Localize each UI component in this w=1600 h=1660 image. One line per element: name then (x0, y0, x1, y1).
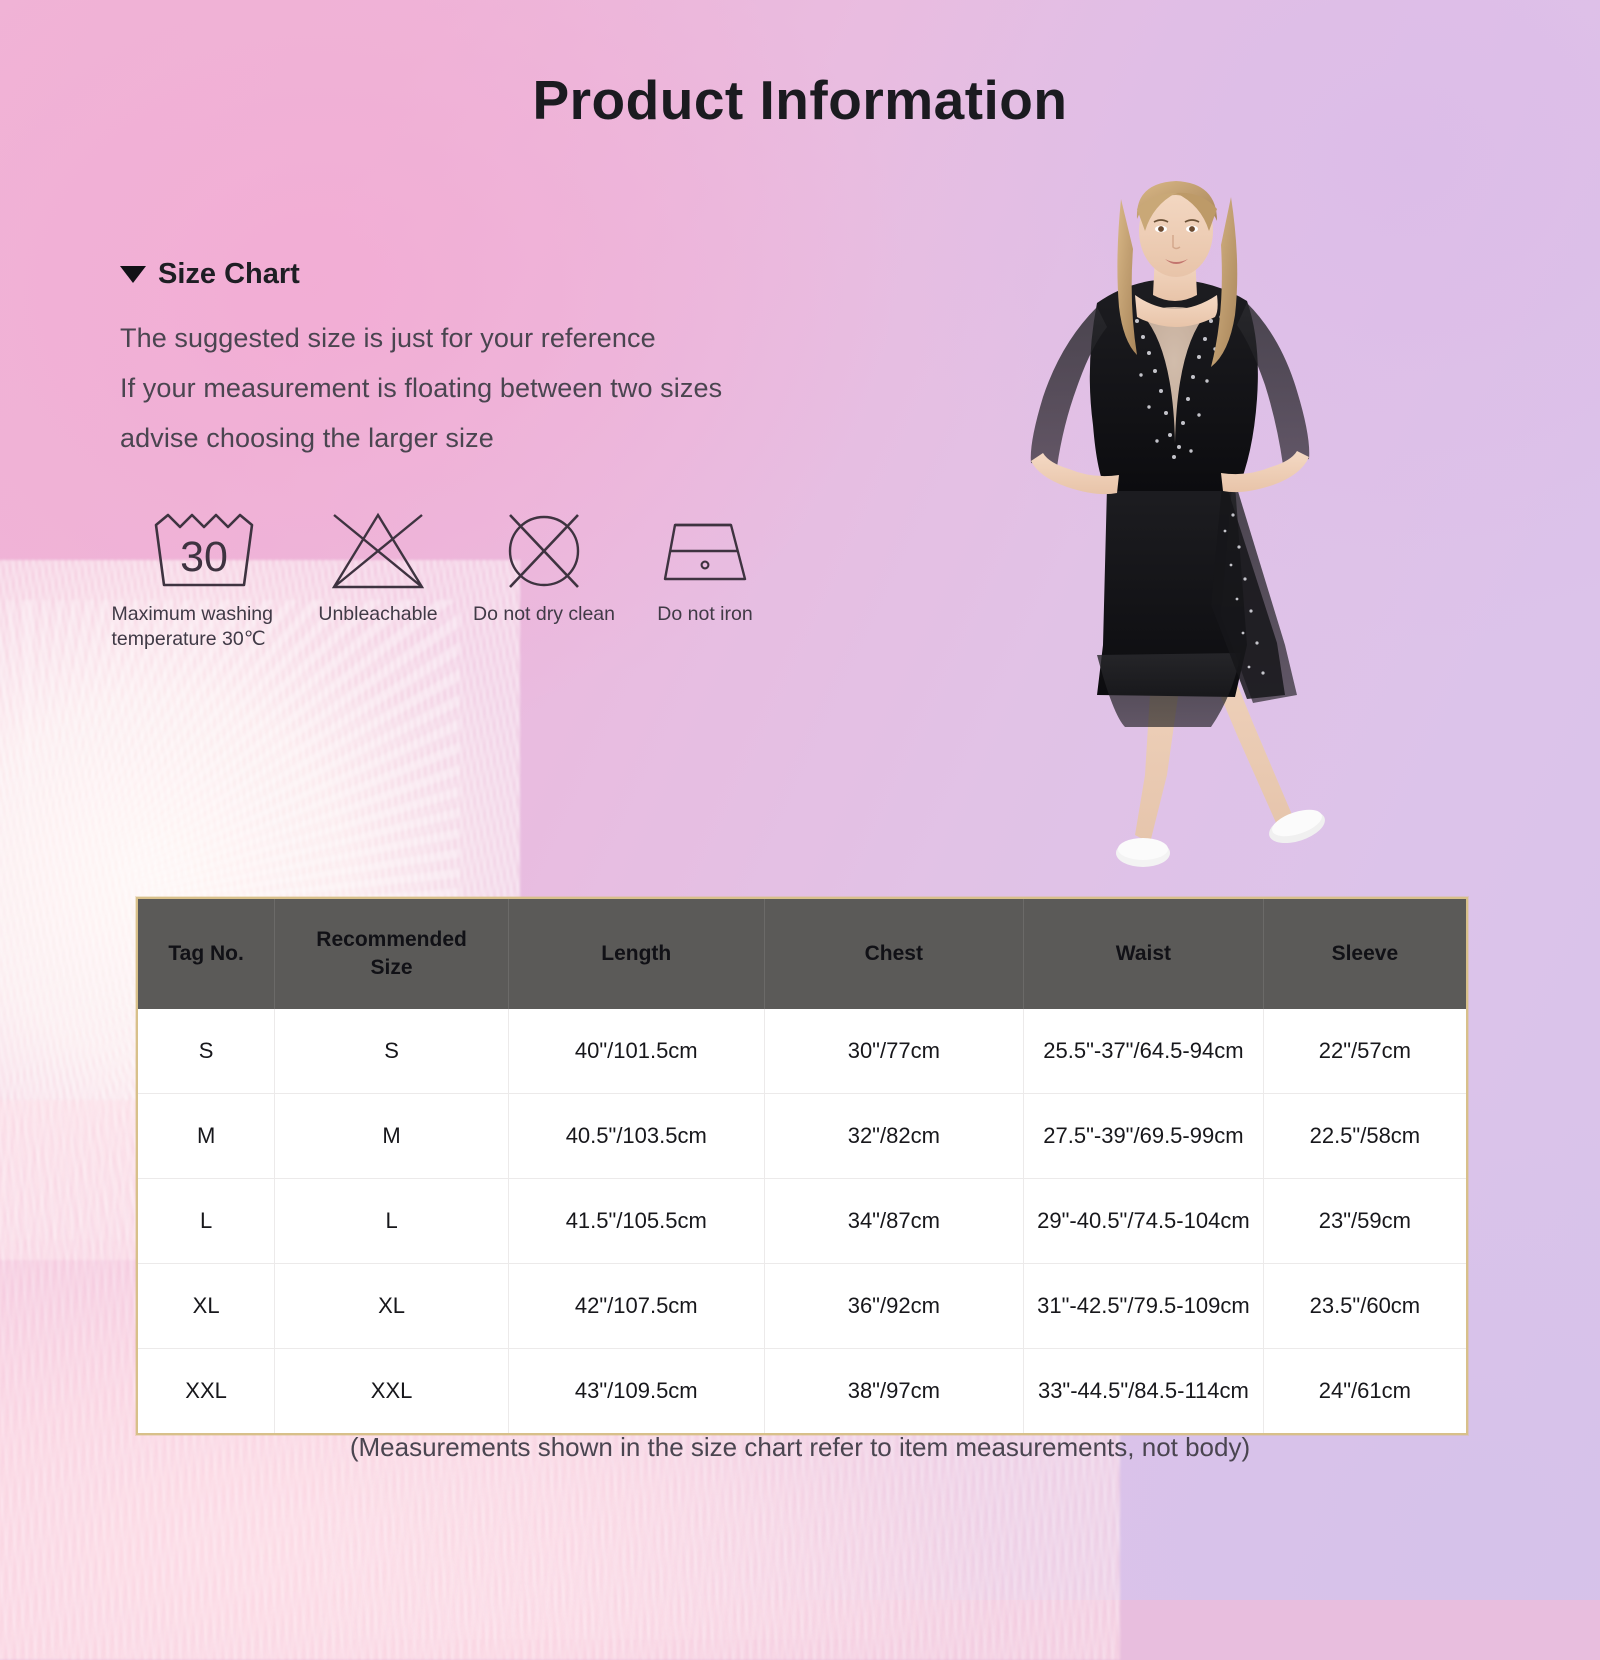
care-symbol-label-unbleachable: Unbleachable (318, 603, 438, 625)
column-header-tag-no: Tag No. (137, 898, 276, 1009)
size-chart-heading: Size Chart (120, 258, 880, 291)
cell-sleeve: 24"/61cm (1263, 1348, 1467, 1434)
cell-sleeve: 23.5"/60cm (1263, 1263, 1467, 1349)
cell-waist: 29"-40.5"/74.5-104cm (1023, 1178, 1264, 1264)
cell-sleeve: 22.5"/58cm (1263, 1093, 1467, 1179)
care-symbol-no-iron: Do not iron (630, 508, 780, 627)
cell-length: 43"/109.5cm (508, 1348, 765, 1434)
cell-waist: 33"-44.5"/84.5-114cm (1023, 1348, 1264, 1434)
table-header-row: Tag No. Recommended Size Length Chest Wa… (137, 898, 1467, 1009)
cell-chest: 32"/82cm (764, 1093, 1025, 1179)
cell-waist: 25.5"-37"/64.5-94cm (1023, 1009, 1264, 1094)
page-title: Product Information (532, 69, 1068, 131)
triangle-down-icon (120, 266, 146, 283)
no-iron-icon (653, 508, 757, 594)
care-symbol-no-dry-clean: Do not dry clean (458, 508, 630, 627)
size-note-line-3: advise choosing the larger size (120, 423, 494, 453)
care-symbol-max-wash-temp: 30 Maximum washing temperature 30℃ (112, 508, 298, 652)
size-chart-section: Size Chart The suggested size is just fo… (120, 258, 880, 463)
column-header-length: Length (508, 898, 765, 1009)
size-note-line-2: If your measurement is floating between … (120, 373, 723, 403)
column-header-recommended-line2: Size (370, 956, 413, 979)
svg-text:30: 30 (180, 533, 228, 581)
table-row: S S 40"/101.5cm 30"/77cm 25.5"-37"/64.5-… (137, 1009, 1467, 1094)
cell-recommended: XXL (274, 1348, 509, 1434)
cell-chest: 30"/77cm (764, 1009, 1025, 1094)
cell-length: 41.5"/105.5cm (508, 1178, 765, 1264)
column-header-recommended-line1: Recommended (316, 928, 467, 951)
table-row: XL XL 42"/107.5cm 36"/92cm 31"-42.5"/79.… (137, 1263, 1467, 1349)
measurements-footnote: (Measurements shown in the size chart re… (349, 1432, 1251, 1462)
cell-tag: XXL (137, 1348, 276, 1434)
care-symbol-label-no-dry-clean: Do not dry clean (473, 603, 615, 625)
product-model-photo (985, 175, 1375, 875)
column-header-recommended-size: Recommended Size (274, 898, 509, 1009)
cell-tag: S (137, 1009, 276, 1094)
no-bleach-icon (326, 508, 430, 594)
size-chart-table: Tag No. Recommended Size Length Chest Wa… (136, 897, 1468, 1435)
cell-waist: 31"-42.5"/79.5-109cm (1023, 1263, 1264, 1349)
cell-chest: 34"/87cm (764, 1178, 1025, 1264)
cell-sleeve: 23"/59cm (1263, 1178, 1467, 1264)
column-header-sleeve: Sleeve (1263, 898, 1467, 1009)
cell-tag: M (137, 1093, 276, 1179)
cell-recommended: L (274, 1178, 509, 1264)
cell-length: 42"/107.5cm (508, 1263, 765, 1349)
cell-recommended: S (274, 1009, 509, 1094)
column-header-chest: Chest (764, 898, 1025, 1009)
size-note-line-1: The suggested size is just for your refe… (120, 323, 656, 353)
care-symbol-label-no-iron: Do not iron (657, 603, 753, 625)
cell-recommended: M (274, 1093, 509, 1179)
column-header-waist: Waist (1023, 898, 1264, 1009)
table-row: XXL XXL 43"/109.5cm 38"/97cm 33"-44.5"/8… (137, 1348, 1467, 1434)
care-symbol-label-max-wash-temp: Maximum washing temperature 30℃ (111, 603, 273, 650)
care-symbol-unbleachable: Unbleachable (298, 508, 458, 627)
wash-tub-30-icon: 30 (146, 508, 270, 594)
cell-chest: 36"/92cm (764, 1263, 1025, 1349)
care-symbols-row: 30 Maximum washing temperature 30℃ Unble… (112, 508, 780, 652)
cell-chest: 38"/97cm (764, 1348, 1025, 1434)
no-dry-clean-icon (495, 508, 593, 594)
cell-tag: XL (137, 1263, 276, 1349)
table-row: M M 40.5"/103.5cm 32"/82cm 27.5"-39"/69.… (137, 1093, 1467, 1179)
table-row: L L 41.5"/105.5cm 34"/87cm 29"-40.5"/74.… (137, 1178, 1467, 1264)
cell-length: 40.5"/103.5cm (508, 1093, 765, 1179)
cell-length: 40"/101.5cm (508, 1009, 765, 1094)
cell-sleeve: 22"/57cm (1263, 1009, 1467, 1094)
cell-waist: 27.5"-39"/69.5-99cm (1023, 1093, 1264, 1179)
size-chart-heading-label: Size Chart (158, 258, 300, 290)
cell-recommended: XL (274, 1263, 509, 1349)
cell-tag: L (137, 1178, 276, 1264)
